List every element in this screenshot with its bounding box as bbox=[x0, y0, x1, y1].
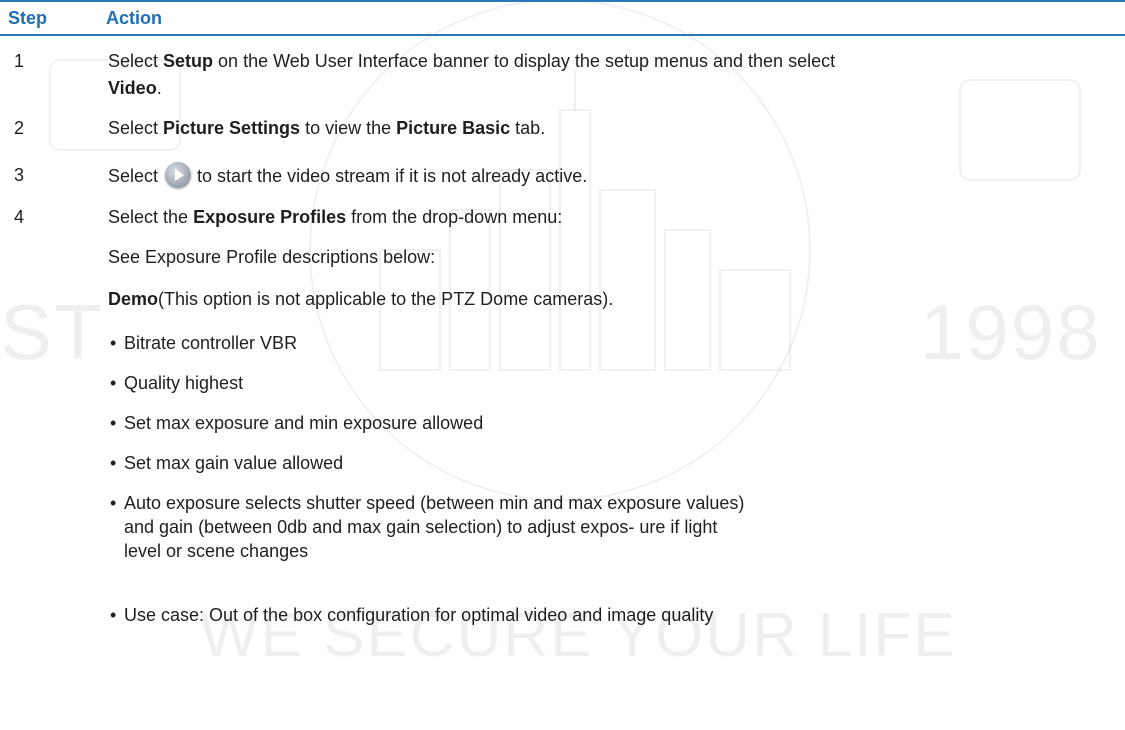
picture-settings-term: Picture Settings bbox=[163, 118, 301, 138]
setup-term: Setup bbox=[163, 51, 214, 71]
list-item: • Auto exposure selects shutter speed (be… bbox=[110, 493, 745, 561]
exposure-profiles-term: Exposure Profiles bbox=[193, 207, 347, 227]
picture-basic-term: Picture Basic bbox=[396, 118, 511, 138]
list-item: • Set max gain value allowed bbox=[110, 453, 344, 473]
watermark-left-text: ST bbox=[0, 288, 104, 376]
video-term: Video bbox=[108, 78, 157, 98]
step-action: Select the Exposure Profiles from the dr… bbox=[108, 207, 563, 227]
list-item: • Bitrate controller VBR bbox=[110, 333, 298, 353]
step-action: Select Picture Settings to view the Pict… bbox=[108, 118, 546, 138]
step-number: 4 bbox=[13, 207, 24, 227]
step-number: 2 bbox=[13, 118, 24, 138]
profile-note: (This option is not applicable to the PT… bbox=[158, 289, 614, 309]
step-number: 1 bbox=[13, 51, 24, 71]
step-action: Select to start the video stream if it is… bbox=[108, 162, 1118, 190]
header-action: Action bbox=[106, 8, 162, 28]
table-header: Step Action bbox=[0, 0, 1125, 36]
step-action: Select Setup on the Web User Interface b… bbox=[108, 51, 836, 98]
header-step: Step bbox=[8, 8, 48, 28]
list-item: • Use case: Out of the box configuration … bbox=[110, 605, 714, 625]
list-item: • Set max exposure and min exposure allow… bbox=[110, 413, 484, 433]
profile-name: Demo bbox=[108, 289, 159, 309]
list-item: • Quality highest bbox=[110, 373, 244, 393]
play-icon bbox=[165, 162, 192, 188]
step-number: 3 bbox=[13, 165, 24, 185]
